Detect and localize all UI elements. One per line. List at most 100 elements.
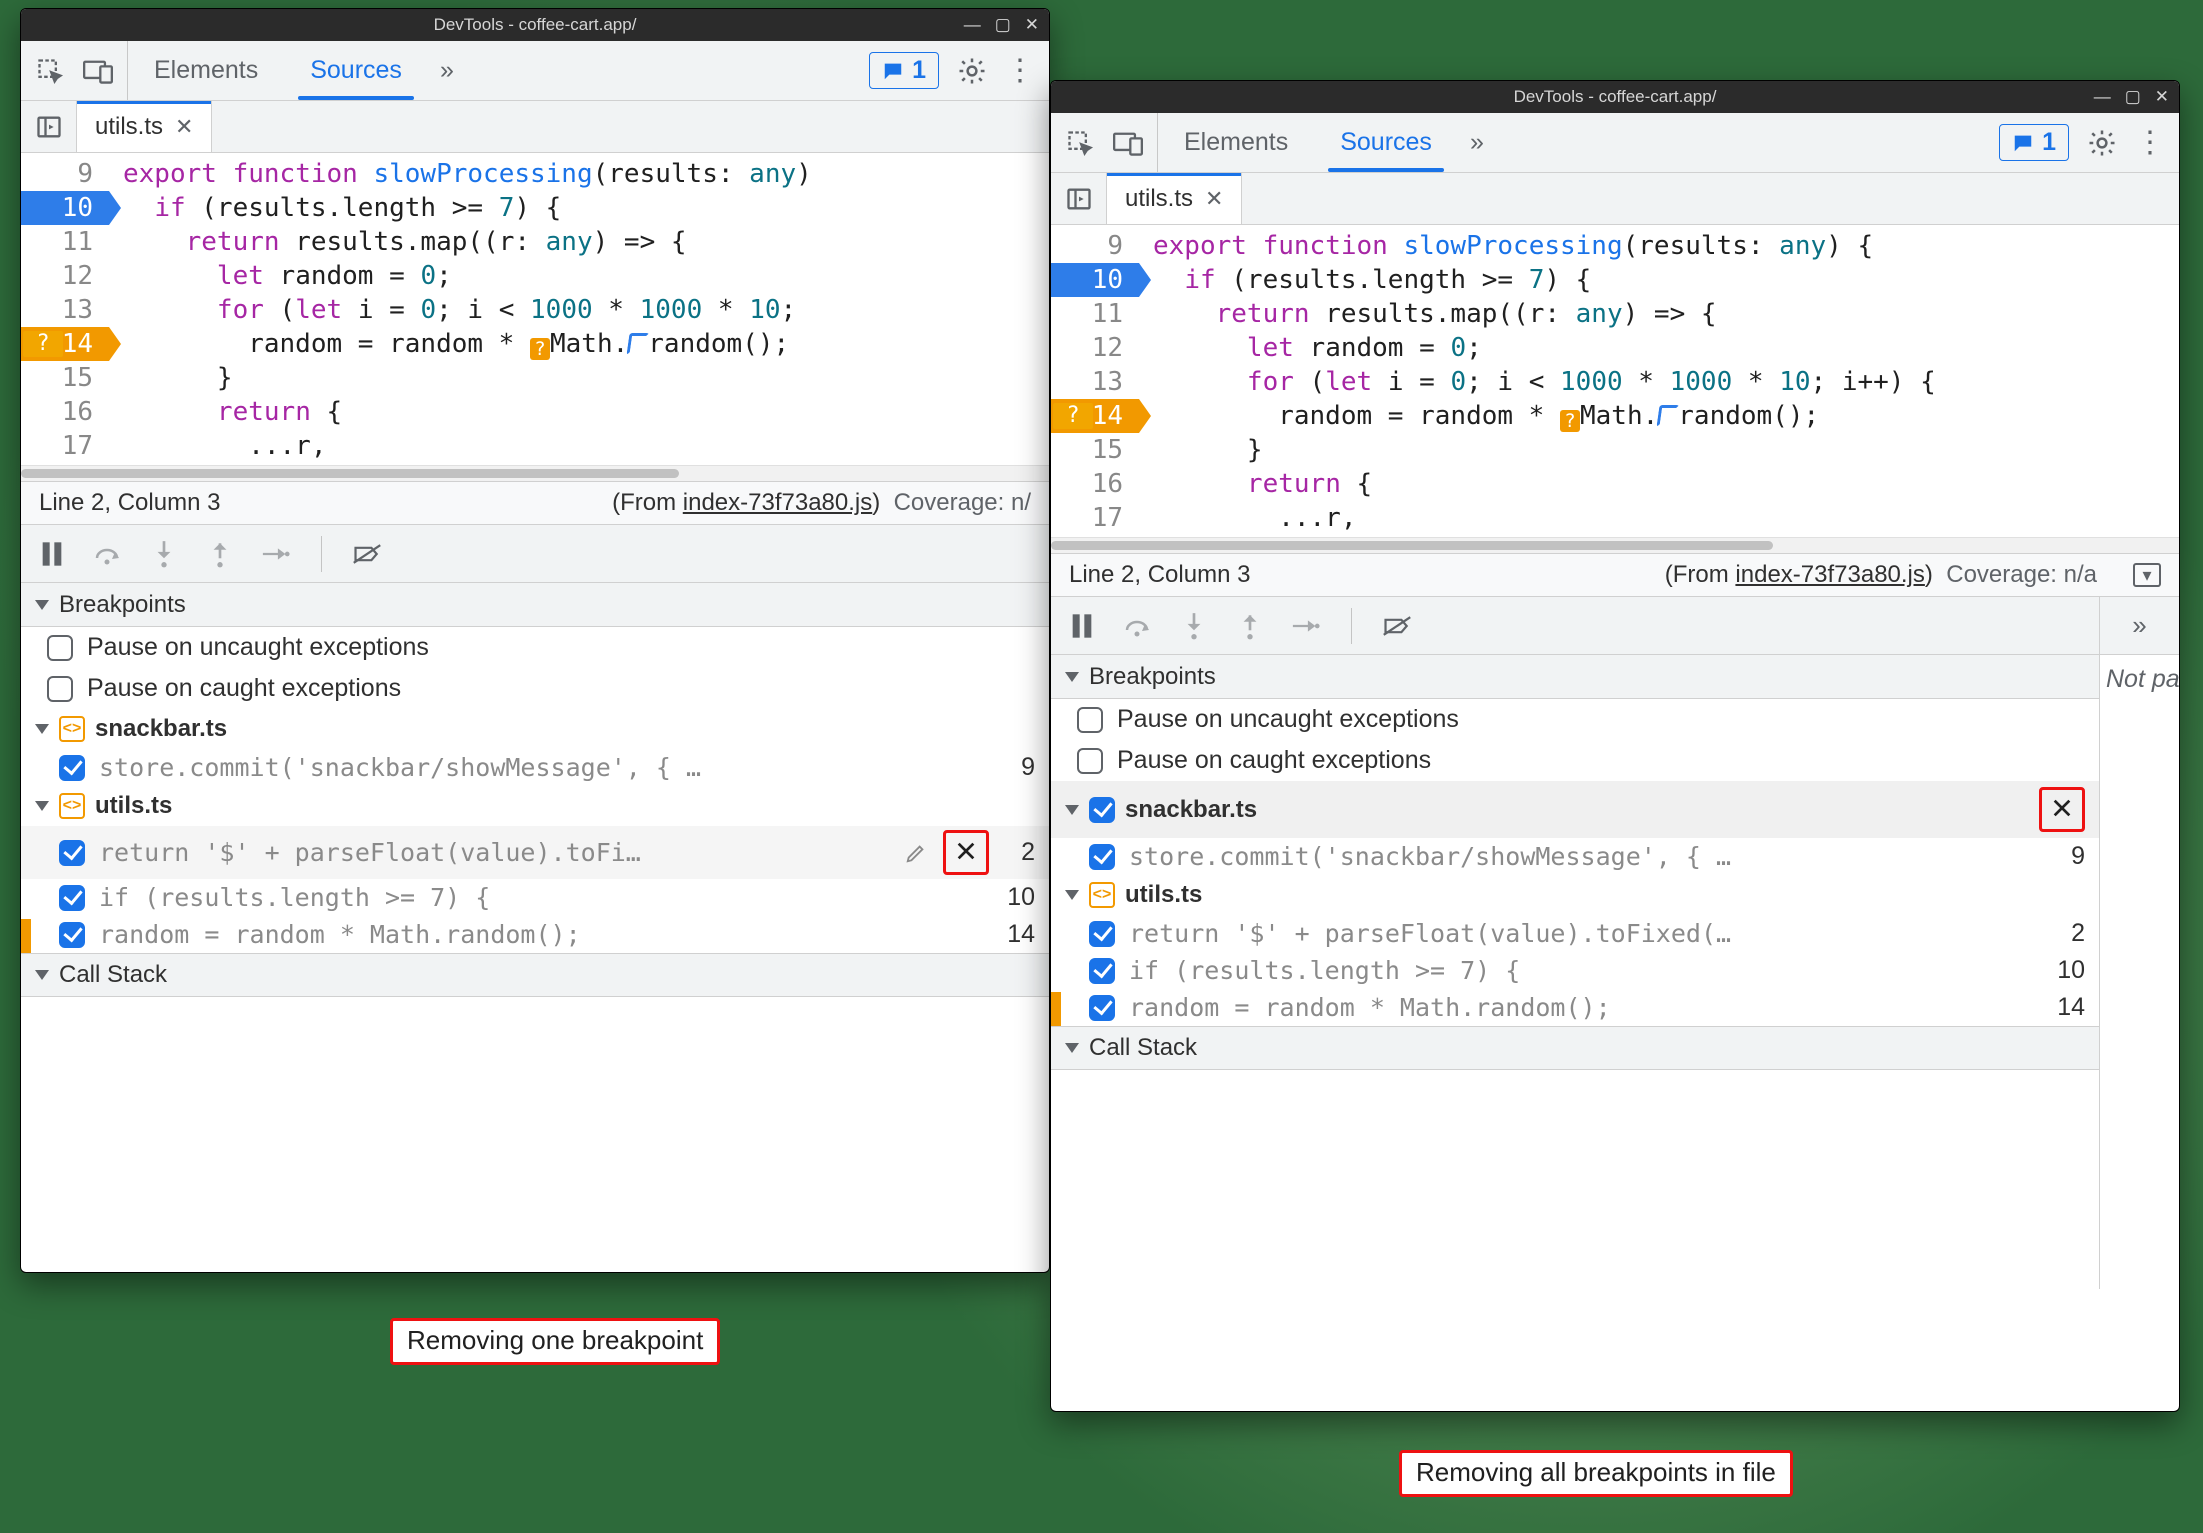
right-drawer[interactable]: » Not pa xyxy=(2099,597,2179,1289)
file-tab-utils[interactable]: utils.ts ✕ xyxy=(77,101,212,152)
show-navigator-icon[interactable] xyxy=(1051,173,1107,224)
bp-item[interactable]: random = random * Math.random(); 14 xyxy=(21,916,1049,953)
remove-file-breakpoints-icon[interactable] xyxy=(2045,791,2079,825)
show-navigator-icon[interactable] xyxy=(21,101,77,152)
bp-file-group-snackbar-hovered[interactable]: snackbar.ts xyxy=(1051,781,2099,838)
line-breakpoint-14[interactable]: ?14 xyxy=(21,327,109,361)
kebab-icon[interactable]: ⋮ xyxy=(2135,128,2165,158)
tab-elements[interactable]: Elements xyxy=(128,41,284,100)
sourcemap-origin[interactable]: (From index-73f73a80.js) Coverage: n/ xyxy=(256,489,1031,517)
inline-bp-marker-icon[interactable]: ? xyxy=(1560,410,1580,432)
checkbox[interactable] xyxy=(1077,748,1103,774)
section-callstack-header[interactable]: Call Stack xyxy=(1051,1026,2099,1070)
checkbox[interactable] xyxy=(1089,921,1115,947)
tab-sources[interactable]: Sources xyxy=(1314,113,1458,172)
inspect-icon[interactable] xyxy=(1065,128,1095,158)
checkbox[interactable] xyxy=(1089,995,1115,1021)
line-breakpoint-10[interactable]: 10 xyxy=(1051,263,1139,297)
step-out-icon[interactable] xyxy=(1235,611,1265,641)
checkbox[interactable] xyxy=(59,922,85,948)
minimize-icon[interactable]: — xyxy=(964,15,981,35)
close-tab-icon[interactable]: ✕ xyxy=(175,114,193,140)
bp-item-hovered[interactable]: return '$' + parseFloat(value).toFi… 2 xyxy=(21,826,1049,879)
step-over-icon[interactable] xyxy=(1123,611,1153,641)
inline-bp-marker-icon[interactable]: ? xyxy=(530,338,550,360)
gear-icon[interactable] xyxy=(2087,128,2117,158)
tab-more[interactable]: » xyxy=(1458,113,1496,172)
checkbox[interactable] xyxy=(1089,797,1115,823)
bp-item[interactable]: random = random * Math.random(); 14 xyxy=(1051,989,2099,1026)
pause-icon[interactable] xyxy=(37,539,67,569)
main-toolbar: Elements Sources » 1 ⋮ xyxy=(1051,113,2179,173)
checkbox[interactable] xyxy=(1089,958,1115,984)
pause-uncaught-row[interactable]: Pause on uncaught exceptions xyxy=(1051,699,2099,740)
checkbox[interactable] xyxy=(1077,707,1103,733)
gutter[interactable]: 9 10 11 12 13 ?14 15 16 17 xyxy=(21,157,109,463)
pause-icon[interactable] xyxy=(1067,611,1097,641)
step-icon[interactable] xyxy=(261,539,291,569)
pause-uncaught-row[interactable]: Pause on uncaught exceptions xyxy=(21,627,1049,668)
step-into-icon[interactable] xyxy=(149,539,179,569)
device-toggle-icon[interactable] xyxy=(83,56,113,86)
checkbox[interactable] xyxy=(47,676,73,702)
kebab-icon[interactable]: ⋮ xyxy=(1005,56,1035,86)
titlebar[interactable]: DevTools - coffee-cart.app/ — ▢ ✕ xyxy=(1051,81,2179,113)
close-icon[interactable]: ✕ xyxy=(2155,87,2169,107)
editor-horizontal-scrollbar[interactable] xyxy=(21,465,1049,481)
step-icon[interactable] xyxy=(1291,611,1321,641)
device-toggle-icon[interactable] xyxy=(1113,128,1143,158)
bp-item[interactable]: return '$' + parseFloat(value).toFixed(…… xyxy=(1051,915,2099,952)
tab-elements[interactable]: Elements xyxy=(1158,113,1314,172)
step-into-icon[interactable] xyxy=(1179,611,1209,641)
bp-item[interactable]: store.commit('snackbar/showMessage', { …… xyxy=(1051,838,2099,875)
bp-item[interactable]: if (results.length >= 7) { 10 xyxy=(21,879,1049,916)
checkbox[interactable] xyxy=(47,635,73,661)
sourcemap-origin[interactable]: (From index-73f73a80.js) Coverage: n/a xyxy=(1286,561,2097,589)
bp-file-group-snackbar[interactable]: <> snackbar.ts xyxy=(21,709,1049,749)
file-tab-utils[interactable]: utils.ts ✕ xyxy=(1107,173,1242,224)
section-callstack-header[interactable]: Call Stack xyxy=(21,953,1049,997)
step-out-icon[interactable] xyxy=(205,539,235,569)
section-breakpoints-header[interactable]: Breakpoints xyxy=(1051,655,2099,699)
pause-caught-row[interactable]: Pause on caught exceptions xyxy=(21,668,1049,709)
tab-sources[interactable]: Sources xyxy=(284,41,428,100)
bp-file-group-utils[interactable]: <> utils.ts xyxy=(21,786,1049,826)
bp-file-group-utils[interactable]: <> utils.ts xyxy=(1051,875,2099,915)
line-breakpoint-14[interactable]: ?14 xyxy=(1051,399,1139,433)
checkbox[interactable] xyxy=(59,755,85,781)
inspect-icon[interactable] xyxy=(35,56,65,86)
checkbox[interactable] xyxy=(59,840,85,866)
gutter[interactable]: 9 10 11 12 13 ?14 15 16 17 xyxy=(1051,229,1139,535)
remove-breakpoint-icon[interactable] xyxy=(949,834,983,868)
titlebar[interactable]: DevTools - coffee-cart.app/ — ▢ ✕ xyxy=(21,9,1049,41)
gear-icon[interactable] xyxy=(957,56,987,86)
maximize-icon[interactable]: ▢ xyxy=(995,15,1011,35)
collapse-bottom-icon[interactable]: ▾ xyxy=(2133,563,2161,587)
line-breakpoint-10[interactable]: 10 xyxy=(21,191,109,225)
close-tab-icon[interactable]: ✕ xyxy=(1205,186,1223,212)
bp-item[interactable]: store.commit('snackbar/showMessage', { …… xyxy=(21,749,1049,786)
pause-caught-row[interactable]: Pause on caught exceptions xyxy=(1051,740,2099,781)
maximize-icon[interactable]: ▢ xyxy=(2125,87,2141,107)
code-editor[interactable]: 9 10 11 12 13 ?14 15 16 17 export functi… xyxy=(1051,225,2179,537)
minimize-icon[interactable]: — xyxy=(2094,87,2111,107)
close-icon[interactable]: ✕ xyxy=(1025,15,1039,35)
checkbox[interactable] xyxy=(1089,844,1115,870)
code-editor[interactable]: 9 10 11 12 13 ?14 15 16 17 export functi… xyxy=(21,153,1049,465)
deactivate-breakpoints-icon[interactable] xyxy=(352,539,382,569)
inline-bp-call-icon[interactable] xyxy=(627,333,650,355)
checkbox[interactable] xyxy=(59,885,85,911)
tab-more[interactable]: » xyxy=(428,41,466,100)
editor-horizontal-scrollbar[interactable] xyxy=(1051,537,2179,553)
code-body[interactable]: export function slowProcessing(results: … xyxy=(1139,229,2179,535)
section-breakpoints-header[interactable]: Breakpoints xyxy=(21,583,1049,627)
issues-badge[interactable]: 1 xyxy=(869,52,939,89)
issues-badge[interactable]: 1 xyxy=(1999,124,2069,161)
edit-breakpoint-icon[interactable] xyxy=(903,840,929,866)
code-body[interactable]: export function slowProcessing(results: … xyxy=(109,157,1049,463)
inline-bp-call-icon[interactable] xyxy=(1657,405,1680,427)
step-over-icon[interactable] xyxy=(93,539,123,569)
bp-item[interactable]: if (results.length >= 7) { 10 xyxy=(1051,952,2099,989)
drawer-more-icon[interactable]: » xyxy=(2100,597,2179,655)
deactivate-breakpoints-icon[interactable] xyxy=(1382,611,1412,641)
